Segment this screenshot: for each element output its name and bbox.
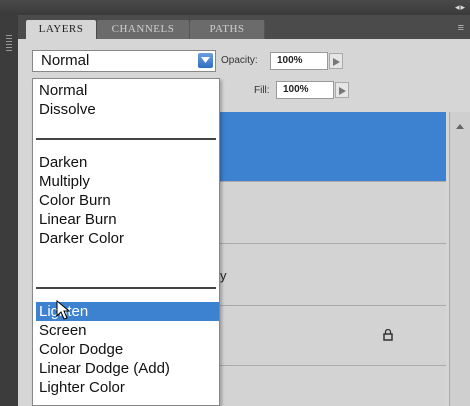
menu-item-normal[interactable]: Normal [36, 81, 219, 100]
menu-item-color-burn[interactable]: Color Burn [36, 191, 219, 210]
layer-row-4[interactable] [218, 306, 446, 366]
menu-separator [36, 287, 216, 289]
menu-item-lighter-color[interactable]: Lighter Color [36, 378, 219, 397]
tab-layers[interactable]: LAYERS [26, 20, 96, 39]
opacity-label: Opacity: [221, 55, 258, 66]
panel-menu-icon[interactable]: ≡ [458, 22, 464, 34]
fill-label: Fill: [254, 85, 270, 96]
layer-row-5[interactable] [218, 366, 446, 406]
window-titlebar: ◂▸ [0, 0, 470, 15]
blend-mode-select[interactable]: Normal [32, 50, 216, 72]
layers-scrollbar[interactable] [449, 112, 470, 406]
menu-item-linear-burn[interactable]: Linear Burn [36, 210, 219, 229]
pointer-cursor-icon [56, 299, 71, 325]
layer-row-3[interactable]: y [218, 244, 446, 306]
panel-dock-edge [0, 15, 18, 406]
opacity-slider-button[interactable] [329, 53, 343, 69]
opacity-field[interactable]: 100% [270, 52, 328, 70]
menu-item-darken[interactable]: Darken [36, 153, 219, 172]
fill-field[interactable]: 100% [276, 81, 334, 99]
menu-item-darker-color[interactable]: Darker Color [36, 229, 219, 248]
layer-row-1[interactable] [218, 112, 446, 182]
tab-channels[interactable]: CHANNELS [97, 20, 190, 39]
menu-item-dissolve[interactable]: Dissolve [36, 100, 219, 119]
menu-item-linear-dodge[interactable]: Linear Dodge (Add) [36, 359, 219, 378]
menu-separator [36, 138, 216, 140]
menu-item-color-dodge[interactable]: Color Dodge [36, 340, 219, 359]
layer-name-fragment: y [220, 268, 227, 283]
fill-slider-button[interactable] [335, 82, 349, 98]
window-controls-icon[interactable]: ◂▸ [455, 2, 466, 13]
scroll-up-icon[interactable] [456, 116, 464, 134]
tab-paths[interactable]: PATHS [190, 20, 265, 39]
chevron-down-icon[interactable] [198, 53, 213, 68]
drag-grip-icon[interactable] [6, 35, 12, 53]
layer-row-2[interactable] [218, 182, 446, 244]
blend-mode-value: Normal [41, 52, 90, 69]
panel-tabbar: LAYERS CHANNELS PATHS ≡ [18, 15, 470, 39]
menu-item-multiply[interactable]: Multiply [36, 172, 219, 191]
blend-mode-menu: Normal Dissolve Darken Multiply Color Bu… [32, 78, 220, 406]
lock-icon [383, 328, 393, 346]
